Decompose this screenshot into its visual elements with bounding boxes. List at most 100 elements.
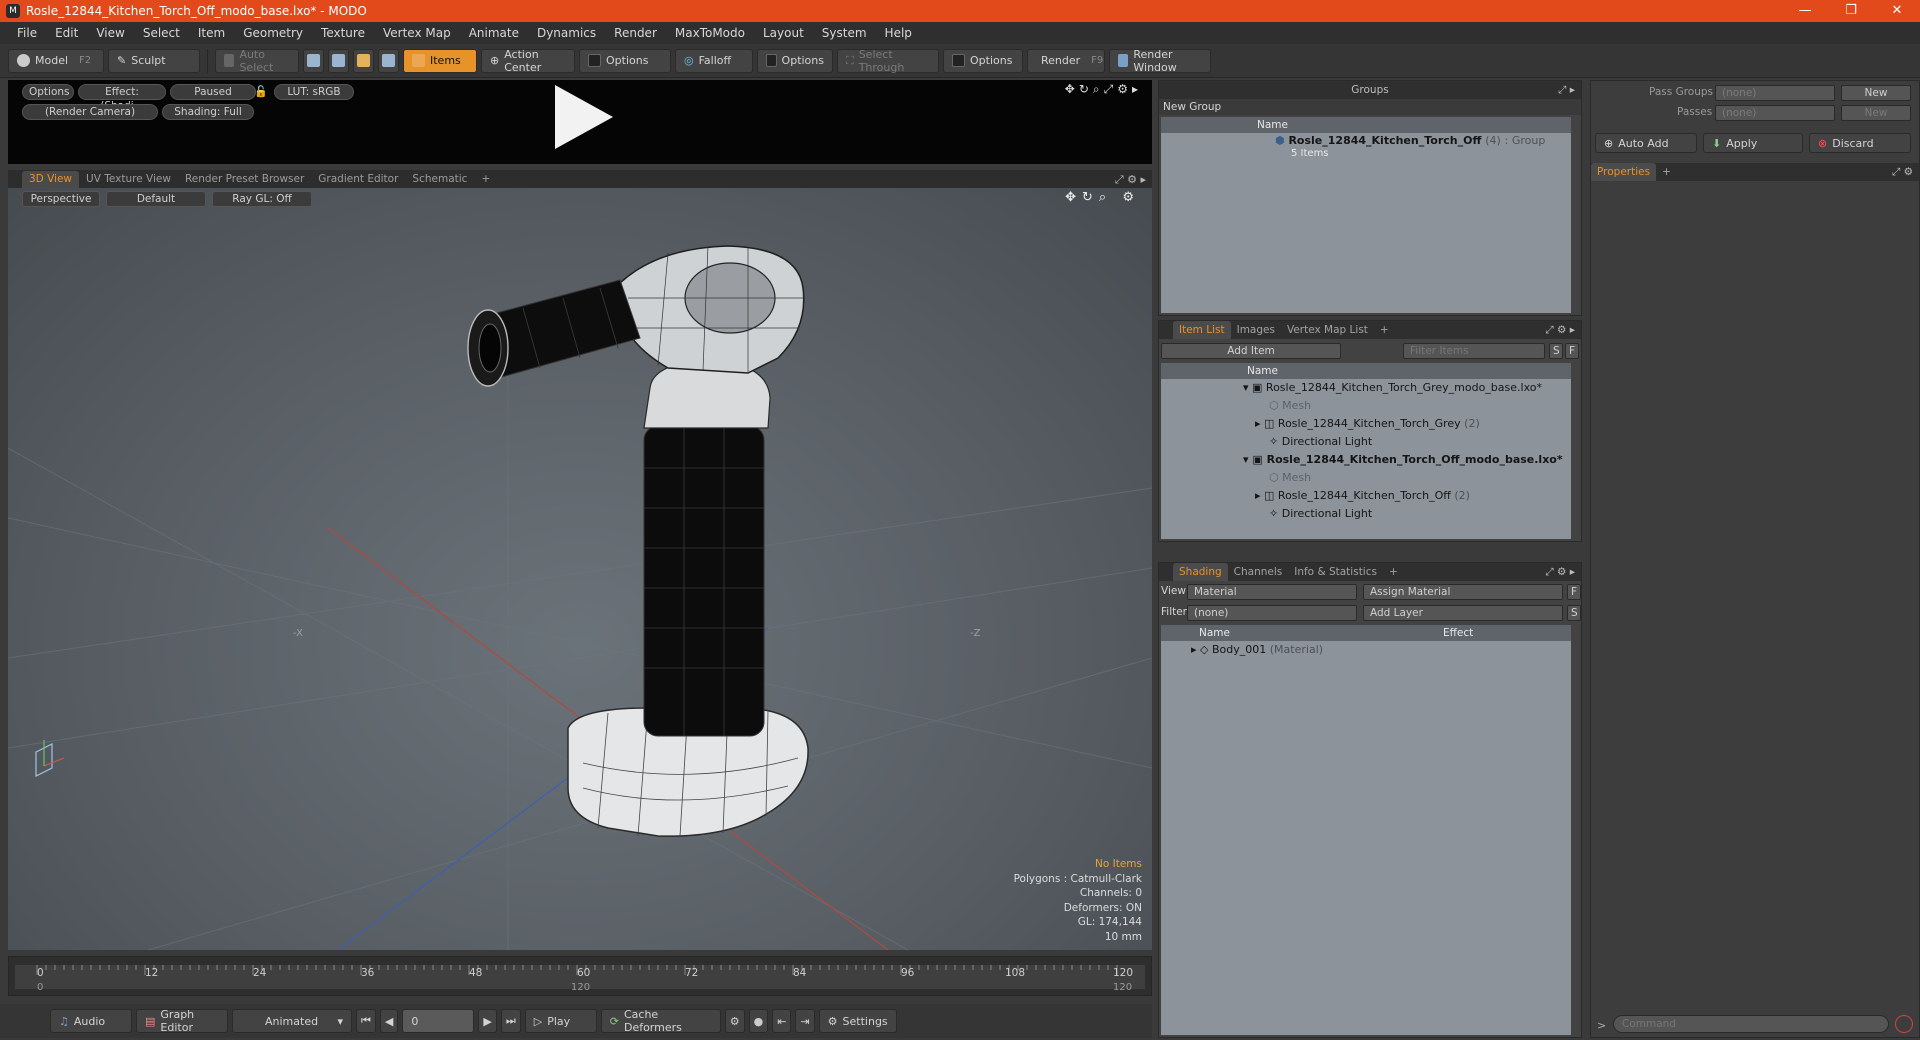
play-button[interactable]: ▷ Play [524, 1009, 597, 1033]
graph-editor-button[interactable]: ▤ Graph Editor [136, 1008, 228, 1034]
lut-dropdown[interactable]: LUT: sRGB [274, 84, 354, 100]
shading-dropdown[interactable]: Shading: Full [162, 104, 254, 120]
polygons-mode-button[interactable] [353, 48, 374, 73]
mesh-row[interactable]: ⬡ Mesh [1161, 397, 1571, 415]
passes-dropdown[interactable]: (none) [1715, 105, 1835, 121]
new-group-button[interactable]: New Group [1159, 99, 1581, 115]
minimize-button[interactable]: — [1782, 0, 1828, 22]
menu-dynamics[interactable]: Dynamics [528, 26, 605, 40]
sculpt-mode-button[interactable]: ✎ Sculpt [108, 48, 200, 73]
lock-icon[interactable]: 🔓 [254, 85, 268, 98]
add-layer-dropdown[interactable]: Add Layer [1363, 605, 1563, 621]
filter-dropdown[interactable]: (none) [1187, 605, 1357, 621]
light-row-grey[interactable]: ✧ Directional Light [1161, 433, 1571, 451]
pass-groups-dropdown[interactable]: (none) [1715, 85, 1835, 101]
select-options-button[interactable]: Options [943, 48, 1023, 73]
camera-dropdown[interactable]: (Render Camera) [22, 104, 158, 120]
group-row[interactable]: ⬢ Rosle_12844_Kitchen_Torch_Off (4) : Gr… [1161, 133, 1571, 147]
menu-animate[interactable]: Animate [460, 26, 528, 40]
menu-geometry[interactable]: Geometry [234, 26, 312, 40]
scene-row-off[interactable]: ▾ ▣ Rosle_12844_Kitchen_Torch_Off_modo_b… [1161, 451, 1571, 469]
animated-dropdown[interactable]: Animated ▾ [232, 1009, 352, 1033]
tab-properties[interactable]: Properties [1591, 163, 1657, 181]
auto-add-button[interactable]: ⊕ Auto Add [1595, 133, 1697, 153]
filter-items-input[interactable] [1403, 343, 1545, 359]
add-item-dropdown[interactable]: Add Item [1161, 343, 1341, 359]
go-to-end-button[interactable]: ⏭ [500, 1009, 521, 1033]
menu-maxtomodo[interactable]: MaxToModo [666, 26, 754, 40]
tab-channels[interactable]: Channels [1228, 563, 1289, 581]
go-to-start-button[interactable]: ⏮ [356, 1009, 376, 1033]
audio-button[interactable]: ♫ Audio [50, 1009, 132, 1033]
menu-vertex-map[interactable]: Vertex Map [374, 26, 460, 40]
filter-toggle[interactable]: F [1565, 343, 1579, 359]
items-mode-button[interactable]: Items [403, 48, 477, 73]
menu-render[interactable]: Render [605, 26, 666, 40]
apply-button[interactable]: ⬇ Apply [1703, 133, 1803, 153]
tab-images[interactable]: Images [1231, 321, 1281, 339]
menu-texture[interactable]: Texture [312, 26, 374, 40]
add-item-list-tab[interactable]: + [1374, 321, 1395, 339]
tab-shading[interactable]: Shading [1173, 563, 1228, 581]
panel-expand-icon[interactable]: ⤢ ▸ [1558, 84, 1575, 97]
action-center-options-button[interactable]: Options [579, 48, 671, 73]
menu-system[interactable]: System [813, 26, 876, 40]
kitchen-torch-model[interactable] [467, 245, 809, 837]
auto-select-button[interactable]: Auto Select [215, 48, 299, 74]
settings-button[interactable]: ⚙ Settings [818, 1009, 897, 1033]
group-row-grey[interactable]: ▸ ◫ Rosle_12844_Kitchen_Torch_Grey (2) [1161, 415, 1571, 433]
menu-file[interactable]: File [8, 26, 46, 40]
next-key-button[interactable]: ⇥ [795, 1009, 815, 1033]
menu-help[interactable]: Help [876, 26, 921, 40]
discard-button[interactable]: ⊗ Discard [1809, 133, 1911, 153]
panel-expand-icon[interactable]: ⤢ ⚙ [1892, 166, 1913, 179]
assign-material-dropdown[interactable]: Assign Material [1363, 584, 1563, 600]
render-window-button[interactable]: Render Window [1109, 48, 1211, 74]
record-button[interactable]: ● [748, 1009, 769, 1033]
command-history-icon[interactable] [1895, 1015, 1913, 1033]
scene-row-grey[interactable]: ▾ ▣ Rosle_12844_Kitchen_Torch_Grey_modo_… [1161, 379, 1571, 397]
preview-options-button[interactable]: Options [22, 84, 74, 100]
filter-toggle[interactable]: F [1567, 584, 1581, 600]
step-back-button[interactable]: ◀ [379, 1009, 399, 1033]
key-tool-button[interactable]: ⚙ [724, 1009, 745, 1033]
falloff-button[interactable]: ◎ Falloff [675, 48, 753, 73]
paused-toggle[interactable]: Paused [170, 84, 256, 100]
prev-key-button[interactable]: ⇤ [772, 1009, 792, 1033]
group-row-off[interactable]: ▸ ◫ Rosle_12844_Kitchen_Torch_Off (2) [1161, 487, 1571, 505]
close-button[interactable]: ✕ [1874, 0, 1920, 22]
search-toggle[interactable]: S [1549, 343, 1563, 359]
menu-view[interactable]: View [87, 26, 133, 40]
falloff-options-button[interactable]: Options [757, 48, 833, 73]
add-tab-button[interactable]: + [474, 171, 497, 188]
step-forward-button[interactable]: ▶ [478, 1009, 497, 1033]
render-button[interactable]: Render F9 [1027, 48, 1105, 73]
edges-mode-button[interactable] [328, 48, 349, 73]
tab-schematic[interactable]: Schematic [405, 171, 474, 188]
search-toggle[interactable]: S [1567, 605, 1581, 621]
light-row-off[interactable]: ✧ Directional Light [1161, 505, 1571, 523]
tab-3d-view[interactable]: 3D View [22, 171, 80, 188]
mesh-row[interactable]: ⬡ Mesh [1161, 469, 1571, 487]
tab-render-preset-browser[interactable]: Render Preset Browser [178, 171, 311, 188]
new-pass-group-button[interactable]: New [1841, 85, 1911, 101]
tab-item-list[interactable]: Item List [1173, 321, 1231, 339]
menu-item[interactable]: Item [189, 26, 234, 40]
select-through-button[interactable]: ⛶ Select Through [837, 48, 939, 74]
model-mode-button[interactable]: Model F2 [8, 48, 104, 73]
preview-nav-icons[interactable]: ✥↻⌕⤢⚙▸ [1065, 82, 1142, 97]
cache-deformers-button[interactable]: ⟳ Cache Deformers [600, 1008, 721, 1034]
materials-mode-button[interactable] [378, 48, 399, 73]
command-input[interactable] [1613, 1015, 1889, 1033]
panel-expand-icon[interactable]: ⤢ ⚙ ▸ [1545, 566, 1575, 579]
effect-dropdown[interactable]: Effect: (Shadi... [78, 84, 166, 112]
add-properties-tab[interactable]: + [1656, 163, 1677, 181]
vertices-mode-button[interactable] [303, 48, 324, 73]
tab-info-statistics[interactable]: Info & Statistics [1288, 563, 1383, 581]
view-panel-icons[interactable]: ⤢ ⚙ ▸ [1115, 171, 1146, 188]
menu-layout[interactable]: Layout [754, 26, 813, 40]
new-pass-button[interactable]: New [1841, 105, 1911, 121]
action-center-button[interactable]: ⊕ Action Center [481, 48, 575, 74]
maximize-button[interactable]: ❐ [1828, 0, 1874, 22]
menu-edit[interactable]: Edit [46, 26, 87, 40]
